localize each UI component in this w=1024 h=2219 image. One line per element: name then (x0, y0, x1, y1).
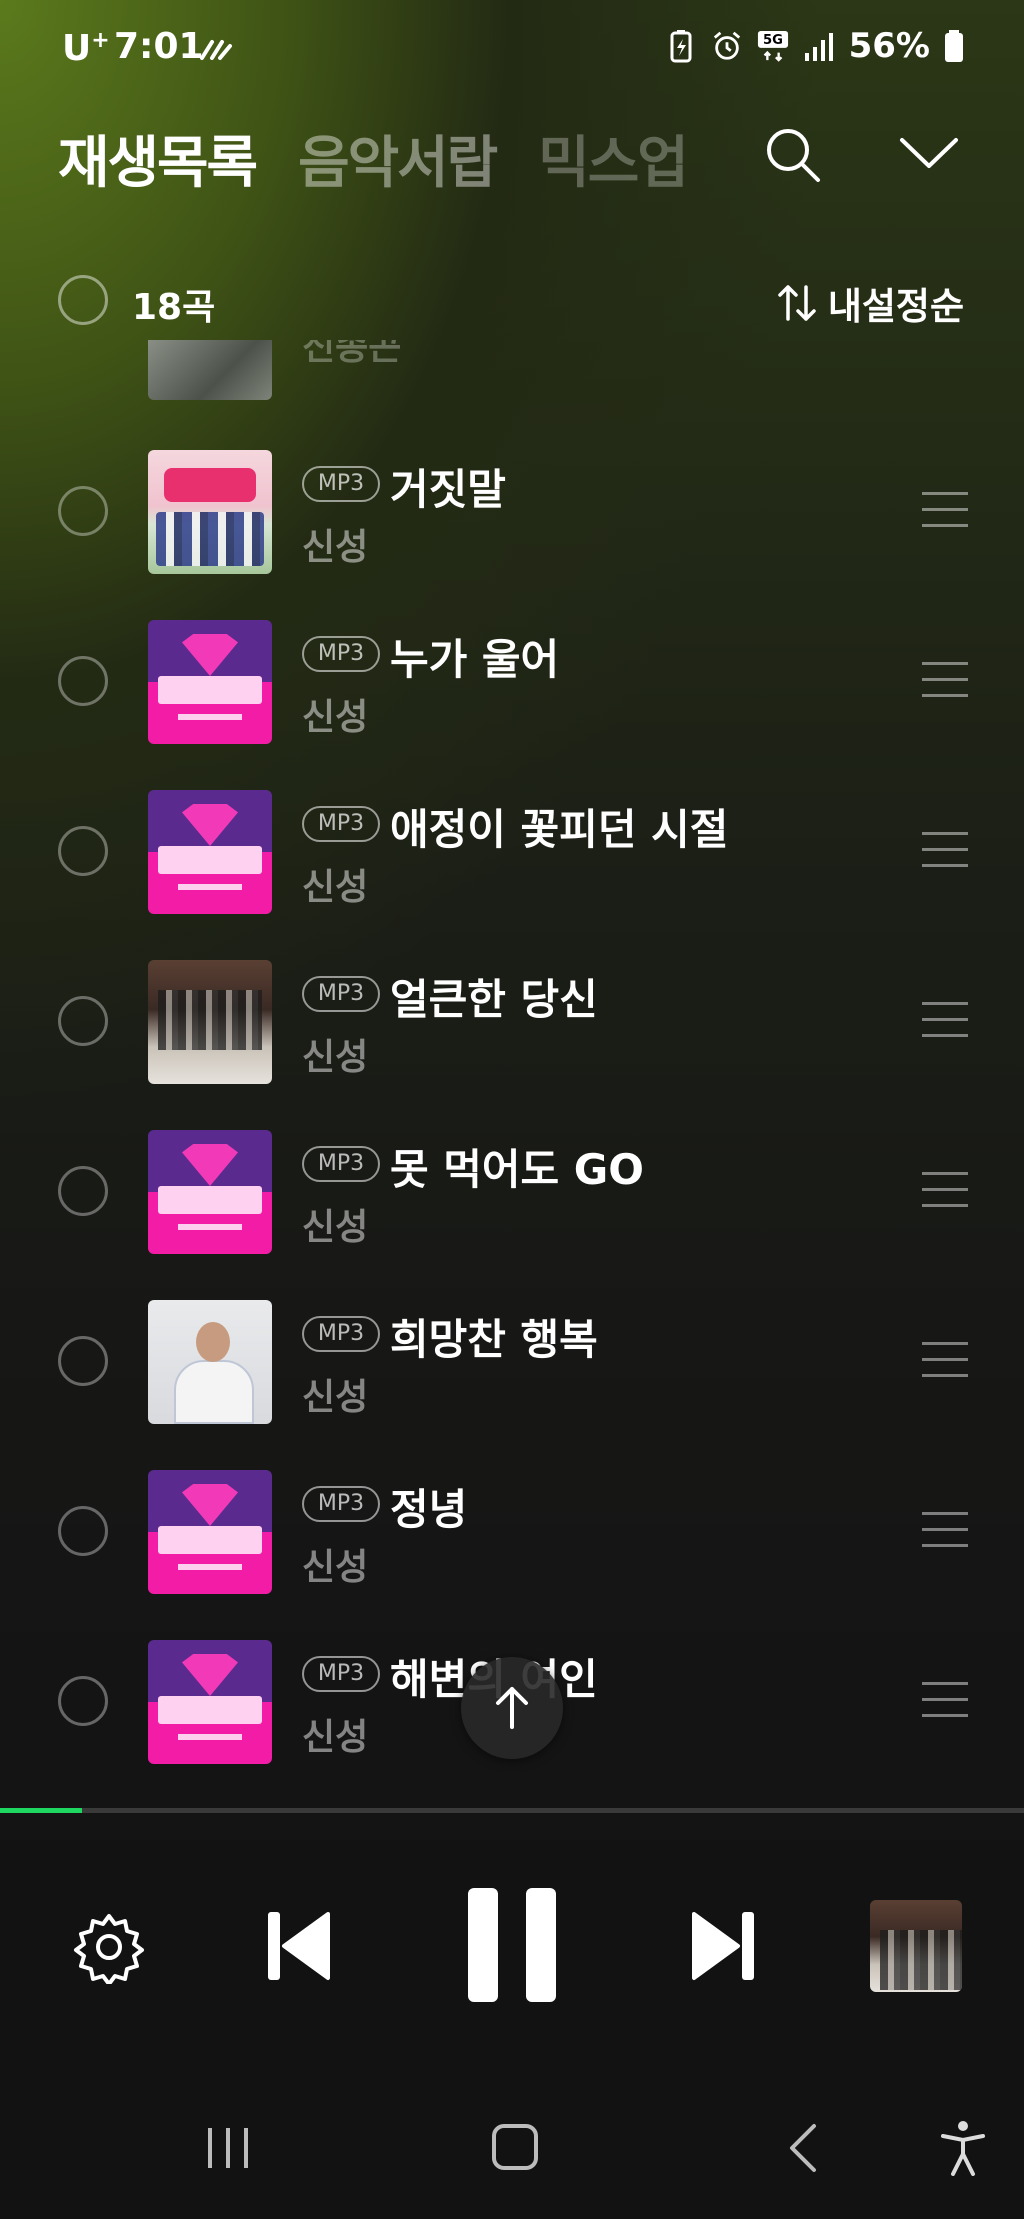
track-title: 누가 울어 (390, 635, 560, 684)
track-artist: 신성 (302, 527, 369, 568)
drag-handle-icon[interactable] (922, 1682, 968, 1722)
pause-icon[interactable] (466, 1886, 558, 2004)
track-list[interactable]: 신종곤 MP3 거짓말 신성 MP3 누가 울어 신성 MP3 애정이 꽃피던 … (0, 340, 1024, 1780)
track-artist: 신성 (302, 1547, 369, 1588)
5g-icon: 5G (757, 30, 788, 62)
track-checkbox[interactable] (58, 1676, 108, 1726)
track-checkbox[interactable] (58, 486, 108, 536)
track-checkbox[interactable] (58, 996, 108, 1046)
select-all-checkbox[interactable] (58, 275, 108, 325)
track-row[interactable]: MP3 애정이 꽃피던 시절 신성 (0, 768, 1024, 938)
chevron-down-icon[interactable] (898, 134, 960, 174)
scroll-to-top-button[interactable] (461, 1657, 563, 1759)
svg-text:5G: 5G (763, 33, 783, 48)
track-row[interactable]: MP3 거짓말 신성 (0, 428, 1024, 598)
sort-icon (778, 285, 816, 321)
album-art (148, 1640, 272, 1764)
track-row[interactable]: MP3 못 먹어도 GO 신성 (0, 1108, 1024, 1278)
album-art (148, 340, 272, 400)
drag-handle-icon[interactable] (922, 832, 968, 872)
tab-mixup[interactable]: 믹스업 (538, 118, 689, 199)
track-checkbox[interactable] (58, 656, 108, 706)
recents-icon[interactable] (204, 2126, 252, 2170)
track-title: 얼큰한 당신 (390, 975, 598, 1024)
track-checkbox[interactable] (58, 826, 108, 876)
album-art (148, 1130, 272, 1254)
track-artist: 신성 (302, 1037, 369, 1078)
track-artist: 신성 (302, 1207, 369, 1248)
album-art (148, 450, 272, 574)
status-bar: U+ 7:01 5G 56% (0, 0, 1024, 100)
track-checkbox[interactable] (58, 1336, 108, 1386)
home-icon[interactable] (492, 2124, 538, 2170)
track-row[interactable]: MP3 누가 울어 신성 (0, 598, 1024, 768)
next-icon[interactable] (690, 1906, 756, 1986)
track-title: 애정이 꽃피던 시절 (390, 805, 729, 854)
drag-handle-icon[interactable] (922, 1172, 968, 1212)
mp3-badge: MP3 (302, 1656, 380, 1692)
battery-percent: 56% (848, 26, 930, 66)
settings-icon[interactable] (72, 1910, 146, 1984)
status-right-group: 5G 56% (665, 26, 964, 66)
drag-handle-icon[interactable] (922, 1002, 968, 1042)
list-header: 18곡 내설정순 (0, 270, 1024, 330)
album-art (148, 1300, 272, 1424)
accessibility-icon[interactable] (940, 2120, 986, 2176)
mp3-badge: MP3 (302, 1486, 380, 1522)
track-row[interactable]: MP3 얼큰한 당신 신성 (0, 938, 1024, 1108)
search-icon[interactable] (762, 124, 824, 186)
drag-handle-icon[interactable] (922, 1342, 968, 1382)
drag-handle-icon[interactable] (922, 662, 968, 702)
partial-track-artist: 신종곤 (302, 340, 402, 368)
battery-saver-icon (670, 30, 692, 63)
tab-music-drawer[interactable]: 음악서랍 (298, 118, 498, 199)
track-artist: 신성 (302, 867, 369, 908)
mp3-badge: MP3 (302, 466, 380, 502)
back-icon[interactable] (786, 2122, 820, 2174)
tab-playlist[interactable]: 재생목록 (58, 118, 258, 199)
track-count: 18곡 (132, 287, 216, 328)
sort-button[interactable]: 내설정순 (776, 276, 964, 330)
track-title: 희망찬 행복 (390, 1315, 598, 1364)
status-time: 7:01 (114, 26, 204, 67)
mp3-badge: MP3 (302, 1146, 380, 1182)
drag-handle-icon[interactable] (922, 492, 968, 532)
mp3-badge: MP3 (302, 1316, 380, 1352)
track-artist: 신성 (302, 1717, 369, 1758)
player-controls (0, 1840, 1024, 2060)
track-row[interactable]: MP3 희망찬 행복 신성 (0, 1278, 1024, 1448)
playback-progress-bar[interactable] (0, 1808, 1024, 1813)
track-artist: 신성 (302, 697, 369, 738)
signal-icon (804, 33, 833, 61)
partial-track-thumb[interactable] (148, 340, 272, 400)
mp3-badge: MP3 (302, 636, 380, 672)
track-checkbox[interactable] (58, 1506, 108, 1556)
track-title: 정녕 (390, 1485, 468, 1534)
carrier-label: U+ (62, 28, 110, 69)
sort-label: 내설정순 (827, 285, 964, 328)
track-checkbox[interactable] (58, 1166, 108, 1216)
now-playing-album-art[interactable] (870, 1900, 962, 1992)
track-title: 거짓말 (390, 465, 506, 514)
album-art (148, 620, 272, 744)
album-art (148, 1470, 272, 1594)
battery-icon (945, 30, 963, 62)
mp3-badge: MP3 (302, 976, 380, 1012)
progress-fill (0, 1808, 82, 1813)
arrow-up-icon (496, 1687, 528, 1729)
album-art (148, 960, 272, 1084)
album-art (148, 790, 272, 914)
track-artist: 신성 (302, 1377, 369, 1418)
wifi-calling-icon (200, 40, 232, 60)
track-title: 못 먹어도 GO (390, 1145, 644, 1194)
track-row[interactable]: MP3 정녕 신성 (0, 1448, 1024, 1618)
top-tabs: 재생목록 음악서랍 믹스업 (58, 118, 689, 199)
alarm-icon (713, 31, 740, 60)
previous-icon[interactable] (266, 1906, 332, 1986)
system-nav-bar (0, 2060, 1024, 2219)
mp3-badge: MP3 (302, 806, 380, 842)
drag-handle-icon[interactable] (922, 1512, 968, 1552)
